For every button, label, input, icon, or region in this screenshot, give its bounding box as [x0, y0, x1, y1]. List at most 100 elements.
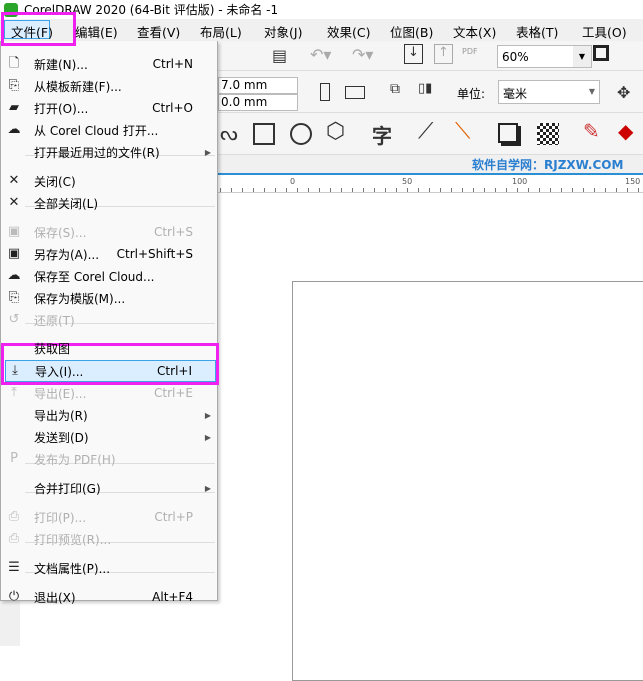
ellipse-tool-icon[interactable] — [290, 123, 312, 145]
menu-item-label: 保存至 Corel Cloud... — [34, 269, 155, 284]
menu-item-label: 发送到(D) — [34, 430, 89, 445]
menu-item[interactable]: ☰ 文档属性(P)... — [1, 557, 217, 579]
menu-item[interactable]: 获取图 — [1, 337, 217, 359]
landscape-icon[interactable] — [345, 86, 365, 99]
menu-item[interactable]: ✕ 关闭(C) — [1, 170, 217, 192]
zoom-select[interactable]: 60% ▼ — [497, 45, 592, 68]
transparency-icon[interactable] — [537, 123, 559, 145]
close-document-icon: ✕ — [8, 173, 20, 188]
menu-effects[interactable]: 效果(C) — [327, 22, 370, 41]
menu-item[interactable]: ⤓ 导入(I)... Ctrl+I — [5, 360, 216, 382]
menu-item[interactable]: ⏻ 退出(X) Alt+F4 — [1, 586, 217, 608]
document-properties-icon: ☰ — [8, 560, 20, 575]
menu-item-shortcut: Ctrl+N — [152, 57, 193, 71]
save-icon: ▣ — [7, 224, 21, 239]
connector-tool-icon[interactable]: ⟍ — [455, 119, 470, 144]
menu-item[interactable]: ☁ 从 Corel Cloud 打开... — [1, 119, 217, 141]
menu-tools[interactable]: 工具(O) — [582, 22, 627, 41]
menu-item-label: 从 Corel Cloud 打开... — [34, 123, 159, 138]
document-page[interactable] — [292, 281, 643, 681]
unit-select[interactable]: 毫米 ▼ — [498, 80, 600, 104]
menu-item-label: 打开最近用过的文件(R) — [34, 145, 160, 160]
menu-table[interactable]: 表格(T) — [516, 22, 558, 41]
window-title: CorelDRAW 2020 (64-Bit 评估版) - 未命名 -1 — [24, 3, 279, 17]
chevron-down-icon: ▼ — [588, 87, 595, 96]
pdf-icon: P — [10, 451, 18, 466]
menu-item[interactable]: 发送到(D) ▶ — [1, 426, 217, 448]
folder-open-icon: ▰ — [9, 100, 19, 115]
eyedropper-icon[interactable]: ✎ — [583, 119, 600, 143]
print-preview-icon: ⎙ — [8, 531, 20, 546]
text-tool-icon[interactable]: 字 — [372, 120, 392, 149]
import-icon[interactable]: ↓ — [404, 44, 423, 64]
menu-item[interactable]: 🗋 新建(N)... Ctrl+N — [1, 53, 217, 75]
menu-item-label: 还原(T) — [34, 313, 75, 328]
redo-icon[interactable]: ↷▾ — [352, 45, 373, 64]
export-icon[interactable]: ↑ — [434, 44, 453, 64]
drop-shadow-icon[interactable] — [498, 123, 518, 143]
menu-item-label: 从模板新建(F)... — [34, 79, 122, 94]
menu-item[interactable]: ⎘ 保存为模版(M)... — [1, 287, 217, 309]
menu-item-label: 退出(X) — [34, 590, 76, 605]
menu-item[interactable]: 导出为(R) ▶ — [1, 404, 217, 426]
submenu-arrow-icon: ▶ — [204, 483, 211, 493]
menu-item-label: 另存为(A)... — [34, 247, 100, 262]
menu-item[interactable]: ☁ 保存至 Corel Cloud... — [1, 265, 217, 287]
width-input[interactable]: 7.0 mm — [218, 77, 298, 94]
menu-object[interactable]: 对象(J) — [264, 22, 302, 41]
menu-item: ⎙ 打印(P)... Ctrl+P — [1, 506, 217, 528]
menu-item[interactable]: ✕ 全部关闭(L) — [1, 192, 217, 214]
dimension-tool-icon[interactable]: ⟋ — [418, 119, 433, 144]
menu-item[interactable]: 合并打印(G) ▶ — [1, 477, 217, 499]
coreldraw-logo-icon — [4, 2, 18, 17]
menu-item[interactable]: ⎘ 从模板新建(F)... — [1, 75, 217, 97]
ruler-label: 0 — [290, 177, 296, 186]
height-input[interactable]: 0.0 mm — [218, 94, 298, 111]
menu-item-label: 全部关闭(L) — [34, 196, 99, 211]
rectangle-tool-icon[interactable] — [253, 123, 275, 145]
publish-pdf-icon[interactable]: PDF — [462, 47, 478, 56]
undo-icon[interactable]: ↶▾ — [310, 45, 331, 64]
menu-item-label: 保存为模版(M)... — [34, 291, 126, 306]
title-bar: CorelDRAW 2020 (64-Bit 评估版) - 未命名 -1 — [0, 0, 643, 19]
menu-item: ⎙ 打印预览(R)... — [1, 528, 217, 550]
menu-item[interactable]: 打开最近用过的文件(R) ▶ — [1, 141, 217, 163]
submenu-arrow-icon: ▶ — [204, 147, 211, 157]
menu-item-shortcut: Ctrl+Shift+S — [116, 247, 193, 261]
menu-item: ⤒ 导出(E)... Ctrl+E — [1, 382, 217, 404]
menu-item-label: 发布为 PDF(H) — [34, 452, 116, 467]
menu-item-shortcut: Ctrl+S — [153, 225, 193, 239]
file-menu: 🗋 新建(N)... Ctrl+N ⎘ 从模板新建(F)... ▰ 打开(O)... Ctrl… — [0, 41, 218, 605]
freehand-icon[interactable]: ᔓ — [220, 121, 238, 145]
menu-view[interactable]: 查看(V) — [137, 22, 180, 41]
menu-file[interactable]: 文件(F) — [11, 22, 53, 41]
menu-item-label: 导入(I)... — [35, 364, 84, 379]
power-icon: ⏻ — [8, 589, 20, 604]
paste-icon[interactable]: ▤ — [272, 46, 287, 65]
fill-icon[interactable]: ◆ — [618, 119, 633, 143]
save-as-icon: ▣ — [7, 246, 21, 261]
all-pages-icon[interactable]: ⧉ — [390, 81, 400, 97]
revert-icon: ↺ — [8, 312, 20, 327]
full-screen-icon[interactable] — [593, 45, 609, 61]
menu-text[interactable]: 文本(X) — [453, 22, 496, 41]
new-document-icon: 🗋 — [8, 56, 20, 71]
menu-layout[interactable]: 布局(L) — [200, 22, 242, 41]
menu-item-label: 打印预览(R)... — [34, 532, 112, 547]
menu-item-label: 合并打印(G) — [34, 481, 101, 496]
menu-item-shortcut: Ctrl+E — [154, 386, 193, 400]
menu-item[interactable]: ▣ 另存为(A)... Ctrl+Shift+S — [1, 243, 217, 265]
menu-item[interactable]: ▰ 打开(O)... Ctrl+O — [1, 97, 217, 119]
portrait-icon[interactable] — [320, 83, 330, 101]
menu-edit[interactable]: 编辑(E) — [75, 22, 118, 41]
menu-bitmap[interactable]: 位图(B) — [390, 22, 433, 41]
menu-item-label: 导出(E)... — [34, 386, 87, 401]
menu-item: ↺ 还原(T) — [1, 309, 217, 331]
ruler-label: 150 — [625, 177, 641, 186]
menu-item-label: 打开(O)... — [34, 101, 89, 116]
current-page-icon[interactable]: ▯▮ — [418, 81, 432, 96]
menu-item-label: 保存(S)... — [34, 225, 87, 240]
menu-item-shortcut: Ctrl+P — [154, 510, 193, 524]
polygon-tool-icon[interactable]: ⬡ — [326, 119, 345, 144]
ruler-label: 100 — [512, 177, 528, 186]
